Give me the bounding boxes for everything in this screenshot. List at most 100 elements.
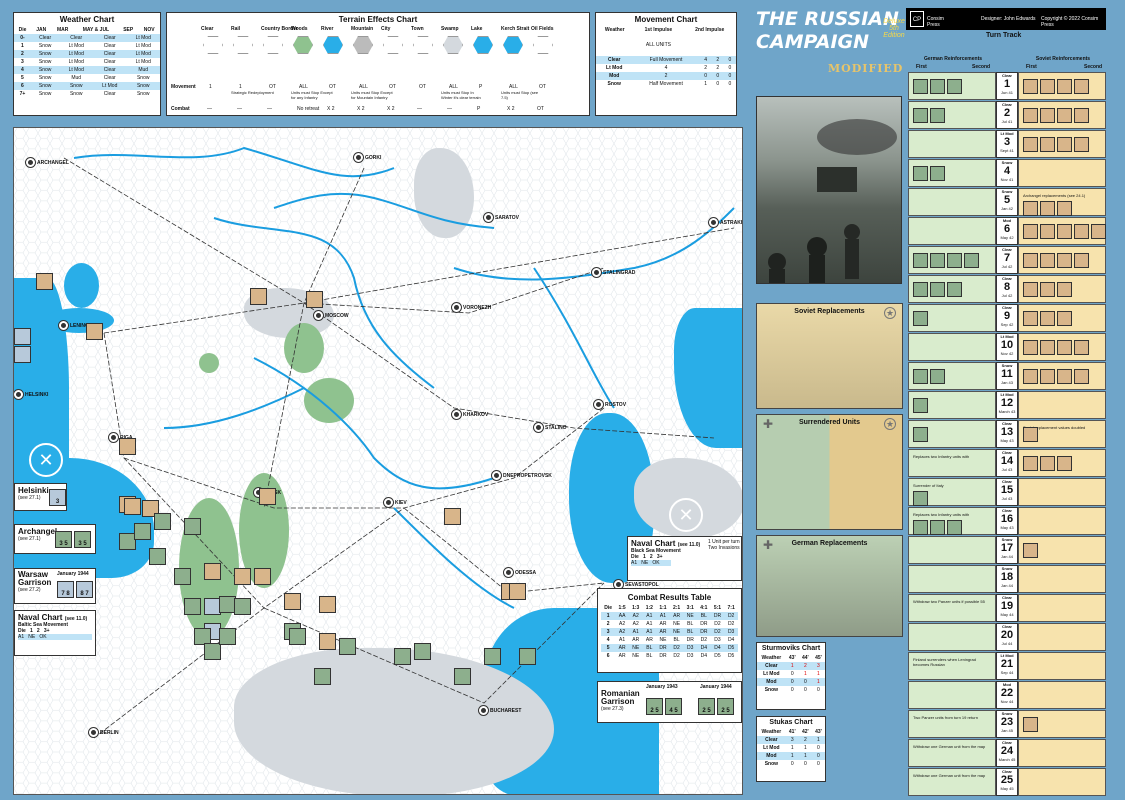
unit-counter[interactable] xyxy=(250,288,267,305)
soviet-unit-counter[interactable] xyxy=(1074,253,1089,268)
soviet-unit-counter[interactable] xyxy=(1023,340,1038,355)
german-unit-counter[interactable] xyxy=(930,520,945,535)
soviet-unit-counter[interactable] xyxy=(1040,201,1055,216)
soviet-unit-counter[interactable] xyxy=(1057,340,1072,355)
german-reinforcement-slot[interactable] xyxy=(908,304,996,332)
unit-counter[interactable] xyxy=(509,583,526,600)
german-reinforcement-slot[interactable]: Replaces two Infantry units with xyxy=(908,449,996,477)
soviet-reinforcement-slot[interactable] xyxy=(1018,391,1106,419)
soviet-unit-counter[interactable] xyxy=(1057,311,1072,326)
german-reinforcement-slot[interactable] xyxy=(908,420,996,448)
soviet-unit-counter[interactable] xyxy=(1023,201,1038,216)
german-unit-counter[interactable] xyxy=(930,253,945,268)
romanian-counter-4[interactable]: 2 5 xyxy=(717,698,734,715)
turn-box[interactable]: Mod 6 May 42 xyxy=(996,217,1018,245)
turn-box[interactable]: Clear 8 Jul 42 xyxy=(996,275,1018,303)
soviet-unit-counter[interactable] xyxy=(1023,108,1038,123)
soviet-unit-counter[interactable] xyxy=(1074,224,1089,239)
soviet-reinforcement-slot[interactable] xyxy=(1018,72,1106,100)
german-reinforcement-slot[interactable] xyxy=(908,333,996,361)
turn-box[interactable]: Clear 19 May 44 xyxy=(996,594,1018,622)
turn-box[interactable]: Lt Mod 3 Sept 41 xyxy=(996,130,1018,158)
city-archangel[interactable]: ARCHANGEL xyxy=(26,158,69,167)
german-unit-counter[interactable] xyxy=(930,79,945,94)
turn-box[interactable]: Lt Mod 12 March 43 xyxy=(996,391,1018,419)
german-unit-counter[interactable] xyxy=(913,79,928,94)
german-reinforcement-slot[interactable]: Withdraw one German unit from the map xyxy=(908,768,996,796)
city-helsinki[interactable]: HELSINKI xyxy=(14,390,48,399)
german-reinforcement-slot[interactable] xyxy=(908,159,996,187)
unit-counter[interactable] xyxy=(414,643,431,660)
soviet-unit-counter[interactable] xyxy=(1074,369,1089,384)
soviet-unit-counter[interactable] xyxy=(1057,456,1072,471)
turn-box[interactable]: Snow 18 Jan 44 xyxy=(996,565,1018,593)
soviet-unit-counter[interactable] xyxy=(1040,79,1055,94)
turn-box[interactable]: Mod 22 Nov 44 xyxy=(996,681,1018,709)
german-reinforcement-slot[interactable] xyxy=(908,536,996,564)
soviet-unit-counter[interactable] xyxy=(1040,108,1055,123)
turn-box[interactable]: Clear 9 Sep 42 xyxy=(996,304,1018,332)
soviet-unit-counter[interactable] xyxy=(1023,456,1038,471)
german-unit-counter[interactable] xyxy=(913,520,928,535)
turn-box[interactable]: Clear 14 Jul 43 xyxy=(996,449,1018,477)
soviet-reinforcement-slot[interactable] xyxy=(1018,565,1106,593)
unit-counter[interactable] xyxy=(454,668,471,685)
city-stalino[interactable]: STALINO xyxy=(534,423,567,432)
unit-counter[interactable] xyxy=(174,568,191,585)
unit-counter[interactable] xyxy=(154,513,171,530)
unit-counter[interactable] xyxy=(14,346,31,363)
turn-box[interactable]: Snow 17 Jan 44 xyxy=(996,536,1018,564)
warsaw-counter-1[interactable]: 7 8 xyxy=(57,581,74,598)
turn-box[interactable]: Clear 1 Jun 41 xyxy=(996,72,1018,100)
unit-counter[interactable] xyxy=(234,598,251,615)
turn-box[interactable]: Clear 20 Jul 44 xyxy=(996,623,1018,651)
soviet-unit-counter[interactable] xyxy=(1023,543,1038,558)
unit-counter[interactable] xyxy=(284,593,301,610)
soviet-unit-counter[interactable] xyxy=(1091,224,1106,239)
soviet-reinforcement-slot[interactable] xyxy=(1018,275,1106,303)
unit-counter[interactable] xyxy=(149,548,166,565)
german-reinforcement-slot[interactable] xyxy=(908,217,996,245)
unit-counter[interactable] xyxy=(319,633,336,650)
turn-box[interactable]: Lt Mod 10 Nov 42 xyxy=(996,333,1018,361)
german-reinforcement-slot[interactable]: Replaces two Infantry units with xyxy=(908,507,996,535)
unit-counter[interactable] xyxy=(254,568,271,585)
soviet-unit-counter[interactable] xyxy=(1040,282,1055,297)
soviet-unit-counter[interactable] xyxy=(1023,224,1038,239)
soviet-reinforcement-slot[interactable] xyxy=(1018,362,1106,390)
warsaw-counter-2[interactable]: 8 7 xyxy=(76,581,93,598)
city-stalingrad[interactable]: STALINGRAD xyxy=(592,268,635,277)
soviet-unit-counter[interactable] xyxy=(1023,137,1038,152)
romanian-counter-1[interactable]: 2 5 xyxy=(646,698,663,715)
turn-box[interactable]: Lt Mod 21 Sep 44 xyxy=(996,652,1018,680)
german-unit-counter[interactable] xyxy=(947,79,962,94)
soviet-unit-counter[interactable] xyxy=(1057,253,1072,268)
soviet-unit-counter[interactable] xyxy=(1023,311,1038,326)
city-kiev[interactable]: KIEV xyxy=(384,498,407,507)
german-reinforcement-slot[interactable] xyxy=(908,101,996,129)
soviet-reinforcement-slot[interactable] xyxy=(1018,304,1106,332)
soviet-unit-counter[interactable] xyxy=(1040,311,1055,326)
unit-counter[interactable] xyxy=(219,628,236,645)
city-moscow[interactable]: MOSCOW xyxy=(314,311,349,320)
soviet-reinforcement-slot[interactable] xyxy=(1018,101,1106,129)
soviet-reinforcement-slot[interactable] xyxy=(1018,449,1106,477)
turn-box[interactable]: Snow 23 Jan 45 xyxy=(996,710,1018,738)
unit-counter[interactable] xyxy=(184,598,201,615)
soviet-unit-counter[interactable] xyxy=(1057,108,1072,123)
unit-counter[interactable] xyxy=(36,273,53,290)
unit-counter[interactable] xyxy=(306,291,323,308)
german-unit-counter[interactable] xyxy=(930,369,945,384)
city-gorki[interactable]: GORKI xyxy=(354,153,381,162)
soviet-reinforcement-slot[interactable] xyxy=(1018,623,1106,651)
soviet-unit-counter[interactable] xyxy=(1057,224,1072,239)
german-reinforcement-slot[interactable]: Finland surrenders when Leningrad become… xyxy=(908,652,996,680)
soviet-unit-counter[interactable] xyxy=(1057,369,1072,384)
unit-counter[interactable] xyxy=(204,563,221,580)
german-reinforcement-slot[interactable]: Surrender of Italy xyxy=(908,478,996,506)
soviet-reinforcement-slot[interactable] xyxy=(1018,536,1106,564)
soviet-unit-counter[interactable] xyxy=(1040,456,1055,471)
unit-counter[interactable] xyxy=(339,638,356,655)
soviet-unit-counter[interactable] xyxy=(1040,224,1055,239)
unit-counter[interactable] xyxy=(319,596,336,613)
